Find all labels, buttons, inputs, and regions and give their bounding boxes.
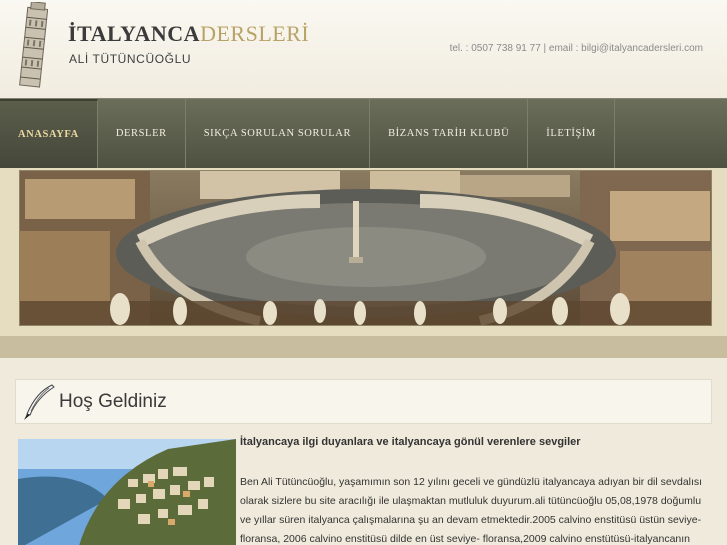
intro-heading: İtalyancaya ilgi duyanlara ve italyancay… bbox=[240, 436, 581, 448]
leaning-tower-logo-icon[interactable] bbox=[12, 2, 48, 88]
nav-item-dersler[interactable]: DERSLER bbox=[98, 99, 186, 168]
nav-item-sss[interactable]: SIKÇA SORULAN SORULAR bbox=[186, 99, 371, 168]
author-name: ALİ TÜTÜNCÜOĞLU bbox=[69, 52, 192, 66]
decorative-band bbox=[0, 336, 727, 358]
intro-paragraph: Ben Ali Tütüncüoğlu, yaşamımın son 12 yı… bbox=[240, 476, 703, 545]
nav-item-bizans[interactable]: BİZANS TARİH KLUBÜ bbox=[370, 99, 529, 168]
quill-icon bbox=[24, 384, 55, 420]
brand-word-2: DERSLERİ bbox=[200, 21, 310, 46]
contact-info: tel. : 0507 738 91 77 | email : bilgi@it… bbox=[449, 43, 703, 54]
brand-word-1: İTALYANCA bbox=[68, 21, 201, 46]
main-nav: ANASAYFA DERSLER SIKÇA SORULAN SORULAR B… bbox=[0, 98, 727, 168]
coast-image bbox=[18, 439, 236, 545]
welcome-header: Hoş Geldiniz bbox=[15, 379, 712, 424]
welcome-title: Hoş Geldiniz bbox=[59, 391, 167, 412]
nav-item-iletisim[interactable]: İLETİŞİM bbox=[528, 99, 615, 168]
site-brand[interactable]: İTALYANCADERSLERİ bbox=[68, 22, 309, 46]
banner-image bbox=[19, 170, 712, 326]
site-header: İTALYANCADERSLERİ ALİ TÜTÜNCÜOĞLU tel. :… bbox=[0, 0, 727, 98]
main-content: İtalyancaya ilgi duyanlara ve italyancay… bbox=[15, 424, 712, 545]
nav-item-anasayfa[interactable]: ANASAYFA bbox=[0, 99, 98, 168]
banner-area bbox=[0, 168, 727, 336]
